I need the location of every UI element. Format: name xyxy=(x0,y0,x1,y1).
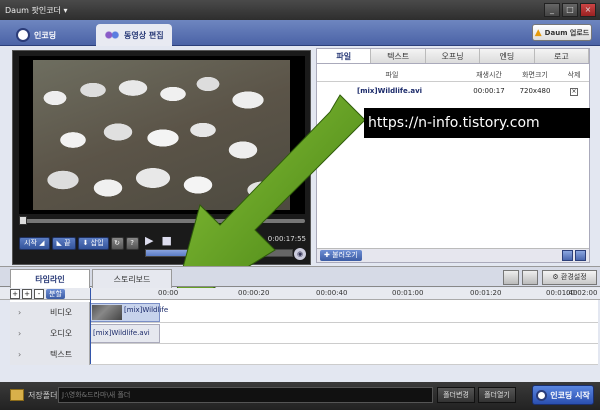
split-button[interactable]: 분할 xyxy=(46,289,65,299)
audio-track-label[interactable]: › 오디오 xyxy=(10,323,90,344)
settings-button[interactable]: ⚙ 환경설정 xyxy=(542,270,597,285)
timeline-tracks: › 비디오 [mix]Wildlife › 오디오 [mix]Wildlife.av… xyxy=(10,300,598,365)
ruler-tick: 00:01:00 xyxy=(392,289,424,297)
encode-icon xyxy=(536,389,548,401)
tab-timeline[interactable]: 타임라인 xyxy=(10,269,90,288)
text-track: › 텍스트 xyxy=(10,344,598,365)
audio-track: › 오디오 [mix]Wildlife.avi xyxy=(10,323,598,344)
film-strip-icon[interactable] xyxy=(503,270,519,285)
ruler-tick: 00:00:20 xyxy=(238,289,270,297)
save-folder-label: 저장폴더 xyxy=(28,391,58,400)
tab-storyboard[interactable]: 스토리보드 xyxy=(92,269,172,288)
ruler-tick: 00:00 xyxy=(158,289,179,297)
track-name: 텍스트 xyxy=(50,350,73,359)
open-folder-button[interactable]: 폴더열기 xyxy=(478,387,516,403)
ruler-tick: 00:02:00 xyxy=(566,289,598,297)
settings-label: 환경설정 xyxy=(560,273,587,281)
fit-icon[interactable]: + xyxy=(10,289,20,299)
start-encode-label: 인코딩 시작 xyxy=(550,390,590,400)
save-icon[interactable] xyxy=(522,270,538,285)
clip-label: [mix]Wildlife xyxy=(124,306,169,314)
video-track-label[interactable]: › 비디오 xyxy=(10,302,90,323)
audio-clip[interactable]: [mix]Wildlife.avi xyxy=(90,324,160,343)
bottom-bar: 저장폴더 J:\영화&드라마\새 폴더 폴더변경 폴더열기 인코딩 시작 xyxy=(0,382,600,410)
watermark: https://n-info.tistory.com xyxy=(364,108,590,138)
chevron-right-icon: › xyxy=(18,350,22,359)
folder-icon xyxy=(10,389,24,401)
zoom-out-icon[interactable]: - xyxy=(34,289,44,299)
save-path-field[interactable]: J:\영화&드라마\새 폴더 xyxy=(58,387,433,403)
playhead[interactable] xyxy=(90,288,91,364)
video-clip[interactable]: [mix]Wildlife xyxy=(90,303,168,322)
start-encode-button[interactable]: 인코딩 시작 xyxy=(532,385,594,405)
time-ruler: 00:00 00:00:20 00:00:40 00:01:00 00:01:2… xyxy=(90,288,598,300)
video-track: › 비디오 [mix]Wildlife xyxy=(10,302,598,323)
track-name: 비디오 xyxy=(50,308,73,317)
clip-thumbnail xyxy=(92,305,122,320)
chevron-right-icon: › xyxy=(18,308,22,317)
text-track-label[interactable]: › 텍스트 xyxy=(10,344,90,365)
change-folder-button[interactable]: 폴더변경 xyxy=(437,387,475,403)
chevron-right-icon: › xyxy=(18,329,22,338)
ruler-tick: 00:01:20 xyxy=(470,289,502,297)
timeline-tab-bar: 타임라인 스토리보드 ⚙ 환경설정 xyxy=(0,266,600,288)
zoom-in-icon[interactable]: + xyxy=(22,289,32,299)
track-name: 오디오 xyxy=(50,329,73,338)
ruler-tick: 00:00:40 xyxy=(316,289,348,297)
